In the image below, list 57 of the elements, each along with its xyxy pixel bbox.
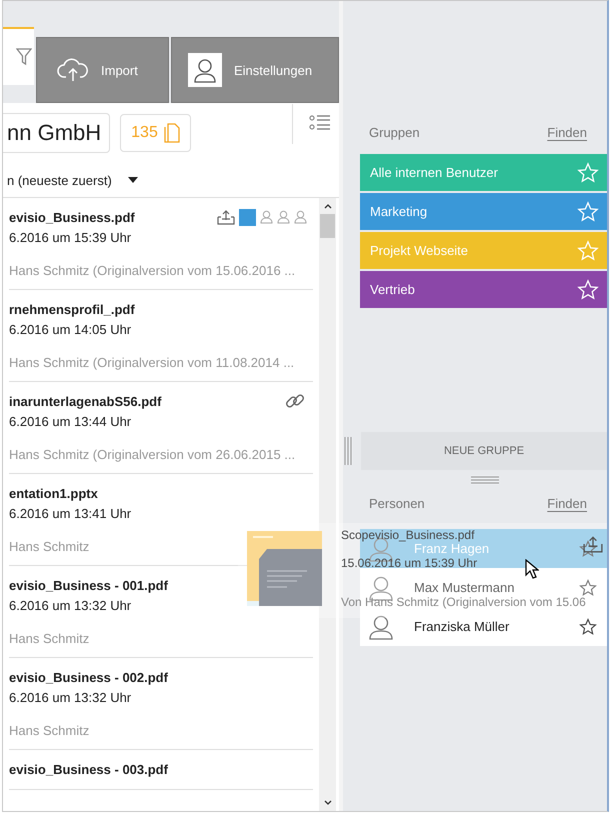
user-icon [368,614,394,640]
file-date: 15.06.2016 um 15:39 Uhr [341,556,478,570]
cloud-upload-icon [57,58,89,82]
person-name[interactable]: Max Mustermann [414,580,514,595]
resize-handle[interactable] [344,437,352,465]
user-icon [188,53,222,87]
share-tray-icon[interactable] [217,209,235,225]
file-name[interactable]: evisio_Business.pdf [9,210,135,224]
group-item[interactable]: Marketing [360,193,607,230]
people-heading: Personen [369,496,425,511]
star-icon[interactable] [579,618,597,636]
documents-icon [164,123,180,143]
file-name[interactable]: rnehmensprofil_.pdf [9,302,135,316]
document-count: 135 [120,114,191,152]
person-icon [277,210,290,224]
sort-label[interactable]: n (neueste zuerst) [7,172,112,188]
file-name[interactable]: evisio_Business - 003.pdf [9,762,168,776]
file-name: Scopevisio_Business.pdf [341,528,474,542]
star-icon[interactable] [579,540,597,558]
file-date: 6.2016 um 13:44 Uhr [9,414,132,429]
file-author: Hans Schmitz [9,539,90,554]
scroll-thumb[interactable] [320,214,335,238]
group-item[interactable]: Vertrieb [360,271,607,308]
file-author: Hans Schmitz [9,631,90,646]
mouse-pointer-icon [525,559,539,579]
find-link[interactable]: Finden [547,125,587,140]
file-date: 6.2016 um 13:32 Uhr [9,598,132,613]
person-icon [294,210,307,224]
file-date: 6.2016 um 13:41 Uhr [9,506,132,521]
new-group-button[interactable]: NEUE GRUPPE [361,432,607,470]
color-tag [239,208,256,226]
file-date: 6.2016 um 15:39 Uhr [9,230,132,245]
scroll-down-icon[interactable] [322,799,332,807]
groups-heading: Gruppen [369,125,420,140]
find-link[interactable]: Finden [547,496,587,511]
file-name[interactable]: evisio_Business - 002.pdf [9,670,168,684]
settings-button[interactable]: Einstellungen [171,37,339,103]
filter-icon[interactable] [16,48,32,66]
person-name[interactable]: Franziska Müller [414,619,510,634]
file-name[interactable]: evisio_Business - 001.pdf [9,578,168,592]
person-icon [260,210,273,224]
file-name[interactable]: inarunterlagenabS56.pdf [9,394,162,408]
import-button[interactable]: Import [36,37,169,103]
scrollbar[interactable] [319,198,336,811]
caret-icon[interactable] [128,177,138,183]
file-date: 6.2016 um 13:32 Uhr [9,690,132,705]
resize-handle[interactable] [471,476,499,484]
file-name[interactable]: entation1.pptx [9,486,98,500]
file-author: Hans Schmitz [9,723,90,738]
file-author: Hans Schmitz (Originalversion vom 11.08.2014 ... [9,355,296,370]
share-tray-icon [583,535,603,553]
file-date: 6.2016 um 14:05 Uhr [9,322,132,337]
file-author: Hans Schmitz (Originalversion vom 26.06.2015 ... [9,447,296,462]
file-author: Hans Schmitz (Originalversion vom 15.06.2016 ... [9,263,296,278]
star-icon[interactable] [579,578,597,596]
scroll-up-icon[interactable] [322,202,332,210]
company-field: nn GmbH [3,113,110,153]
